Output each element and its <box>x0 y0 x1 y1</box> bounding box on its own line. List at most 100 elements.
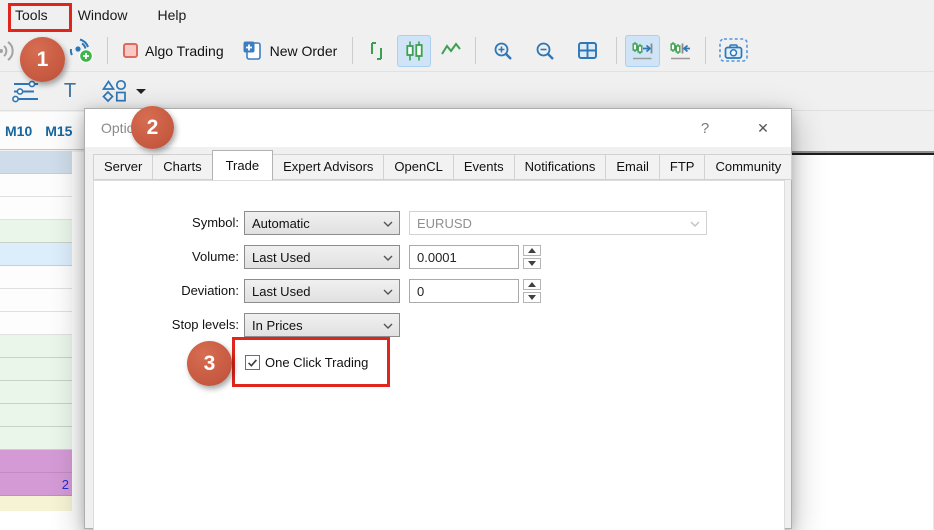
tab-trade[interactable]: Trade <box>211 150 274 180</box>
annotation-step-3: 3 <box>187 341 232 386</box>
deviation-input[interactable]: 0 <box>409 279 519 303</box>
broadcast-add-icon <box>68 37 95 64</box>
symbol-mode-dropdown[interactable]: Automatic <box>244 211 400 235</box>
volume-input[interactable]: 0.0001 <box>409 245 519 269</box>
market-row: 2 <box>0 473 72 496</box>
chart-shift-button[interactable] <box>664 35 697 67</box>
market-row <box>0 404 72 427</box>
tab-server[interactable]: Server <box>93 154 154 180</box>
dialog-close-button[interactable]: ✕ <box>745 120 781 137</box>
market-row <box>0 243 72 266</box>
market-row <box>0 335 72 358</box>
market-row <box>0 197 72 220</box>
symbol-label: Symbol: <box>192 215 239 230</box>
tile-windows-button[interactable] <box>572 35 604 67</box>
auto-scroll-button[interactable] <box>625 34 661 67</box>
chart-window-border-black <box>788 153 934 155</box>
chevron-down-icon[interactable] <box>136 88 146 94</box>
market-watch-rows: 2 <box>0 151 72 511</box>
tab-ftp[interactable]: FTP <box>658 154 706 180</box>
tab-email[interactable]: Email <box>605 154 660 180</box>
shapes-tool-button[interactable] <box>97 75 150 107</box>
toolbar-separator <box>352 37 354 64</box>
zoom-out-button[interactable] <box>530 35 560 67</box>
market-row <box>0 496 72 511</box>
volume-mode-value: Last Used <box>252 249 311 265</box>
volume-label: Volume: <box>192 249 239 264</box>
spin-down-button[interactable] <box>523 292 541 303</box>
screenshot-camera-button[interactable] <box>714 35 753 67</box>
annotation-box-one-click <box>232 337 390 387</box>
dialog-titlebar[interactable]: Options ? ✕ <box>85 109 791 147</box>
market-row <box>0 151 72 174</box>
line-chart-button[interactable] <box>435 35 467 67</box>
tile-windows-icon <box>576 39 600 63</box>
algo-trading-button[interactable]: Algo Trading <box>116 35 231 67</box>
volume-spinner <box>523 245 541 269</box>
deviation-mode-value: Last Used <box>252 283 311 299</box>
market-row <box>0 266 72 289</box>
tab-charts[interactable]: Charts <box>152 154 213 180</box>
timeframe-m10-button[interactable]: M10 <box>5 123 32 139</box>
symbol-mode-value: Automatic <box>252 215 310 231</box>
broadcast-add-button[interactable] <box>64 35 99 67</box>
deviation-mode-dropdown[interactable]: Last Used <box>244 279 400 303</box>
menu-item-window[interactable]: Window <box>77 7 143 23</box>
toolbar-separator <box>705 37 707 64</box>
tab-expert-advisors[interactable]: Expert Advisors <box>272 154 385 180</box>
spin-down-button[interactable] <box>523 258 541 269</box>
tab-notifications[interactable]: Notifications <box>513 154 607 180</box>
annotation-box-tools <box>8 3 72 32</box>
zoom-out-icon <box>534 40 556 62</box>
signal-waves-icon <box>0 38 14 64</box>
line-chart-icon <box>439 39 463 63</box>
screenshot-camera-icon <box>718 37 749 64</box>
menu-item-help[interactable]: Help <box>156 7 201 23</box>
stop-levels-dropdown[interactable]: In Prices <box>244 313 400 337</box>
timeframe-bar: M10 M15 <box>0 112 84 150</box>
options-dialog: Options ? ✕ Server Charts Trade Expert A… <box>84 108 793 530</box>
candlesticks-button[interactable] <box>397 34 432 67</box>
algo-trading-label: Algo Trading <box>145 42 224 59</box>
market-row <box>0 220 72 243</box>
line-studies-toolbar: T <box>0 72 934 111</box>
new-order-icon <box>242 40 263 61</box>
deviation-label: Deviation: <box>181 283 239 298</box>
chart-shift-icon <box>668 39 693 63</box>
tab-opencl[interactable]: OpenCL <box>383 154 454 180</box>
toolbar-separator <box>616 37 618 64</box>
tab-events[interactable]: Events <box>452 154 515 180</box>
zoom-in-icon <box>492 40 514 62</box>
auto-scroll-icon <box>630 39 655 63</box>
menu-bar: Tools Window Help <box>0 0 934 30</box>
new-order-label: New Order <box>269 42 338 59</box>
tab-community[interactable]: Community <box>704 154 793 180</box>
market-row <box>0 381 72 404</box>
toolbar-separator <box>475 37 477 64</box>
shapes-tool-icon <box>101 79 128 103</box>
new-order-button[interactable]: New Order <box>235 35 345 67</box>
volume-mode-dropdown[interactable]: Last Used <box>244 245 400 269</box>
spin-up-button[interactable] <box>523 279 541 290</box>
annotation-step-1: 1 <box>20 37 65 82</box>
text-tool-icon: T <box>63 80 77 102</box>
timeframe-m15-button[interactable]: M15 <box>45 123 72 139</box>
market-row <box>0 312 72 335</box>
dialog-help-button[interactable]: ? <box>687 120 723 137</box>
symbol-value: EURUSD <box>417 215 472 231</box>
candlesticks-icon <box>402 39 426 63</box>
annotation-step-2: 2 <box>131 106 174 149</box>
spin-up-button[interactable] <box>523 245 541 256</box>
dialog-tab-strip: Server Charts Trade Expert Advisors Open… <box>93 150 793 180</box>
deviation-spinner <box>523 279 541 303</box>
lines-tool-icon <box>11 78 41 105</box>
symbol-value-dropdown[interactable]: EURUSD <box>409 211 707 235</box>
market-row <box>0 450 72 473</box>
market-row <box>0 358 72 381</box>
market-row <box>0 289 72 312</box>
zoom-in-button[interactable] <box>488 35 518 67</box>
ohlc-bars-button[interactable] <box>361 35 393 67</box>
market-row <box>0 174 72 197</box>
text-tool-button[interactable]: T <box>55 75 85 107</box>
stop-levels-label: Stop levels: <box>171 317 239 332</box>
